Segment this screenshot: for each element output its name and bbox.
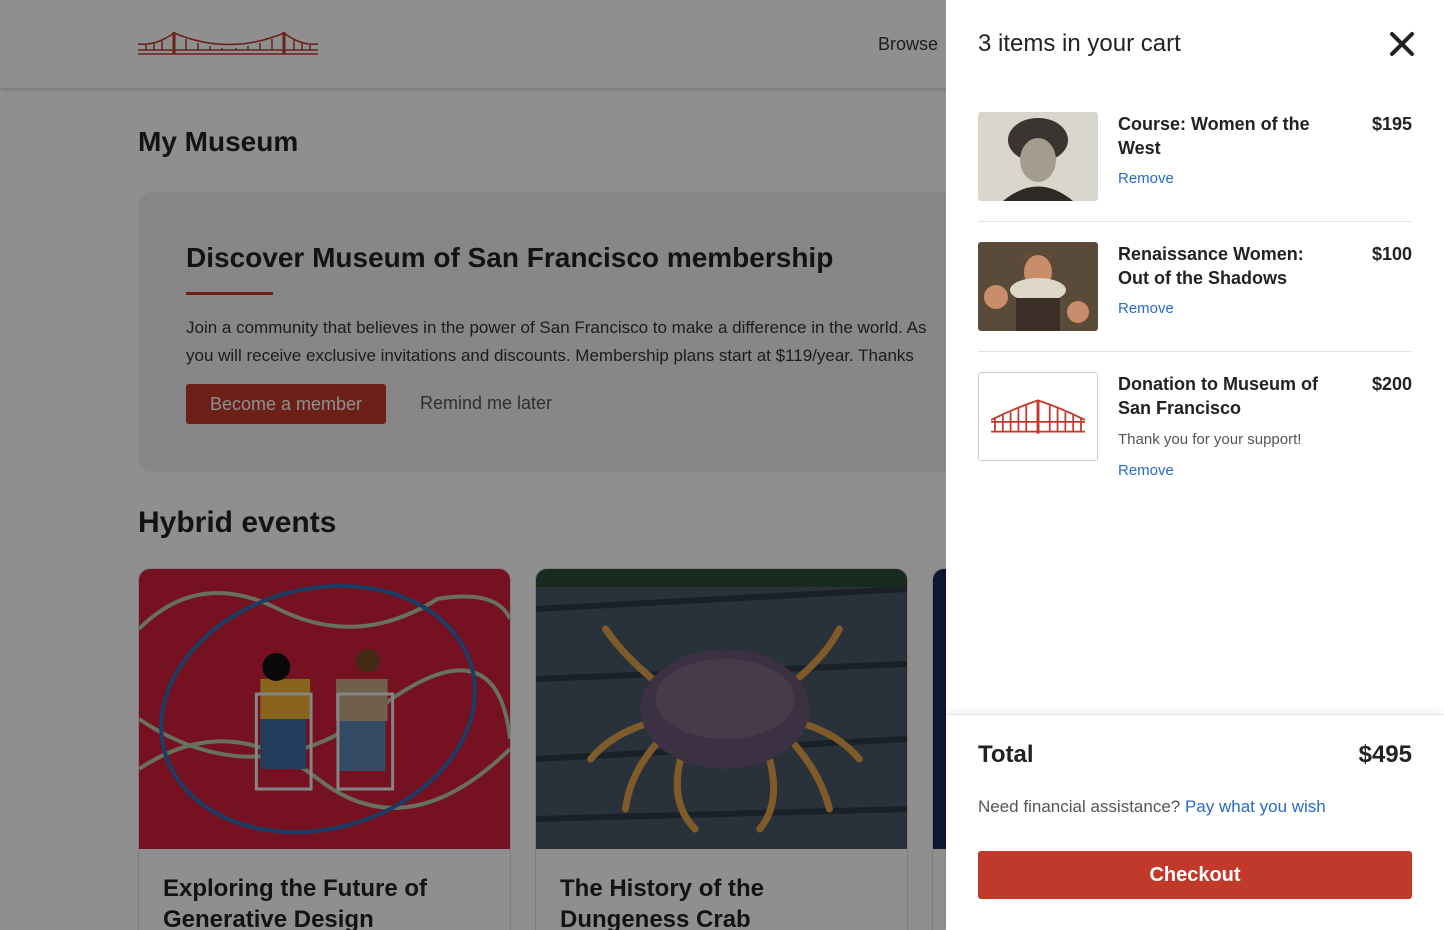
cart-item-price: $200 bbox=[1371, 374, 1412, 394]
total-value: $495 bbox=[1358, 741, 1412, 768]
remove-item-button[interactable]: Remove bbox=[1118, 170, 1174, 187]
cart-footer: Total $495 Need financial assistance? Pa… bbox=[946, 714, 1444, 930]
cart-item-name[interactable]: Renaissance Women: Out of the Shadows bbox=[1118, 242, 1333, 290]
item-thumbnail bbox=[978, 242, 1098, 331]
cart-item: Course: Women of the West $195 Remove bbox=[978, 112, 1412, 202]
golden-gate-bridge-icon bbox=[978, 372, 1098, 461]
item-divider bbox=[978, 221, 1412, 222]
cart-item-price: $100 bbox=[1371, 244, 1412, 264]
cart-item-name[interactable]: Donation to Museum of San Francisco bbox=[1118, 372, 1333, 420]
item-thumbnail bbox=[978, 112, 1098, 201]
remove-item-button[interactable]: Remove bbox=[1118, 462, 1174, 479]
close-icon[interactable] bbox=[1386, 28, 1418, 60]
remove-item-button[interactable]: Remove bbox=[1118, 300, 1174, 317]
financial-assistance: Need financial assistance? Pay what you … bbox=[978, 797, 1326, 817]
checkout-button[interactable]: Checkout bbox=[978, 851, 1412, 899]
cart-item: Donation to Museum of San Francisco $200… bbox=[978, 372, 1412, 482]
pay-what-you-wish-link[interactable]: Pay what you wish bbox=[1185, 797, 1326, 816]
cart-item-note: Thank you for your support! bbox=[1118, 431, 1302, 448]
cart-item-price: $195 bbox=[1371, 114, 1412, 134]
financial-assistance-text: Need financial assistance? bbox=[978, 797, 1181, 816]
item-divider bbox=[978, 351, 1412, 352]
cart-item-name[interactable]: Course: Women of the West bbox=[1118, 112, 1333, 160]
total-label: Total bbox=[978, 741, 1034, 768]
cart-title: 3 items in your cart bbox=[978, 30, 1181, 57]
cart-drawer: 3 items in your cart Course: Women of th… bbox=[946, 0, 1444, 930]
cart-item: Renaissance Women: Out of the Shadows $1… bbox=[978, 242, 1412, 332]
